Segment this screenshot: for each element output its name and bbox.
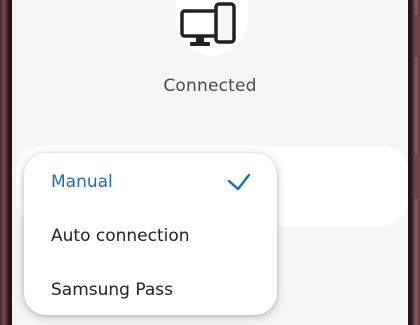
- phone-frame-right: [408, 0, 420, 325]
- menu-item-manual[interactable]: Manual: [24, 155, 277, 209]
- menu-item-auto-connection[interactable]: Auto connection: [24, 209, 277, 263]
- menu-item-label: Samsung Pass: [51, 280, 173, 300]
- menu-item-samsung-pass[interactable]: Samsung Pass: [24, 263, 277, 317]
- phone-side-button: [415, 155, 420, 199]
- connection-status: Connected: [163, 76, 257, 96]
- phone-side-button: [415, 14, 420, 58]
- menu-item-label: Manual: [51, 172, 113, 192]
- checkmark-icon: [227, 173, 251, 191]
- connection-mode-menu: Manual Auto connection Samsung Pass: [24, 153, 277, 315]
- menu-item-label: Auto connection: [51, 226, 190, 246]
- pc-and-phone-icon: [180, 2, 236, 46]
- phone-frame-left: [0, 0, 12, 325]
- phone-screen: Connected Manual Auto connection Samsung…: [12, 0, 408, 325]
